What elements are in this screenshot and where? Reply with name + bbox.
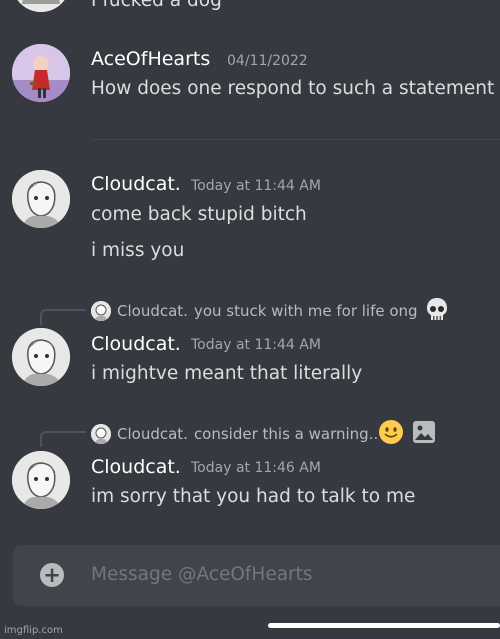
reply-username[interactable]: Cloudcat. bbox=[117, 302, 188, 320]
username[interactable]: AceOfHearts bbox=[91, 48, 210, 70]
reply-reference[interactable]: Cloudcat. you stuck with me for life ong bbox=[91, 296, 450, 326]
reply-username[interactable]: Cloudcat. bbox=[117, 425, 188, 443]
reply-text: consider this a warning.. bbox=[193, 425, 379, 443]
username[interactable]: Cloudcat. bbox=[91, 333, 181, 355]
message-text: i mightve meant that literally bbox=[91, 363, 363, 384]
avatar[interactable] bbox=[12, 0, 70, 12]
message-text: I fucked a dog bbox=[91, 0, 222, 11]
message-text: i miss you bbox=[91, 240, 185, 261]
divider bbox=[91, 139, 500, 140]
timestamp: Today at 11:46 AM bbox=[191, 460, 321, 476]
watermark: imgflip.com bbox=[4, 625, 63, 636]
avatar[interactable] bbox=[12, 44, 70, 102]
message-text: How does one respond to such a statement bbox=[91, 78, 495, 99]
image-icon bbox=[412, 420, 436, 448]
slightly-smiling-face-icon bbox=[378, 419, 404, 449]
avatar bbox=[91, 301, 111, 321]
message-input-placeholder[interactable]: Message @AceOfHearts bbox=[91, 564, 313, 585]
reply-reference[interactable]: Cloudcat. consider this a warning.. bbox=[91, 419, 436, 449]
avatar[interactable] bbox=[12, 170, 70, 228]
reply-text: you stuck with me for life ong bbox=[193, 302, 418, 320]
avatar[interactable] bbox=[12, 451, 70, 509]
plus-icon[interactable]: + bbox=[40, 563, 64, 587]
reply-connector bbox=[40, 431, 86, 447]
message-text: come back stupid bitch bbox=[91, 204, 307, 225]
username[interactable]: Cloudcat. bbox=[91, 456, 181, 478]
message-text: im sorry that you had to talk to me bbox=[91, 486, 416, 507]
message-composer[interactable]: + Message @AceOfHearts bbox=[13, 545, 500, 606]
timestamp: Today at 11:44 AM bbox=[191, 178, 321, 194]
username[interactable]: Cloudcat. bbox=[91, 173, 181, 195]
timestamp: Today at 11:44 AM bbox=[191, 337, 321, 353]
reply-connector bbox=[40, 309, 86, 325]
timestamp: 04/11/2022 bbox=[227, 53, 308, 69]
home-indicator[interactable] bbox=[268, 623, 500, 628]
avatar[interactable] bbox=[12, 328, 70, 386]
skull-icon bbox=[424, 296, 450, 326]
avatar bbox=[91, 424, 111, 444]
